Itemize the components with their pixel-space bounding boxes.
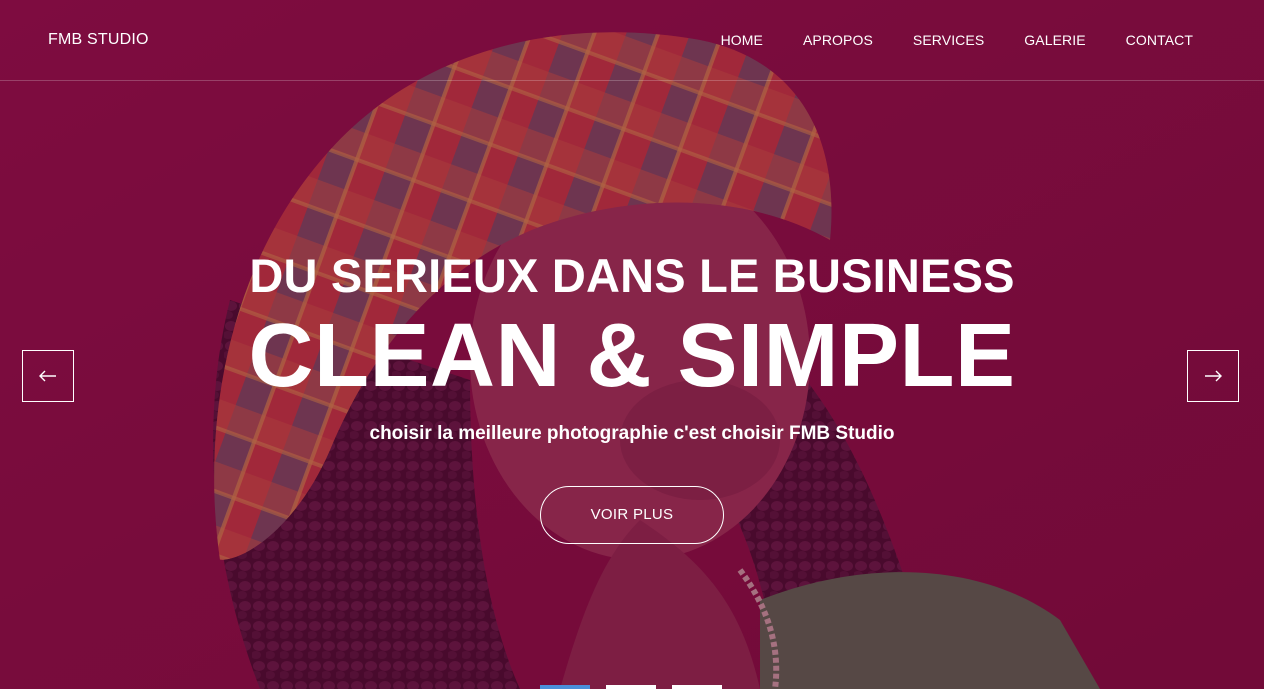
hero-caption: DU SERIEUX DANS LE BUSINESS CLEAN & SIMP… [0, 248, 1264, 544]
carousel-indicator-1[interactable] [540, 685, 590, 689]
carousel-indicator-2[interactable] [606, 685, 656, 689]
nav-link-galerie[interactable]: GALERIE [1024, 32, 1085, 48]
nav-link-contact[interactable]: CONTACT [1126, 32, 1193, 48]
carousel-prev-button[interactable] [22, 350, 74, 402]
arrow-right-icon [1205, 370, 1222, 382]
hero-carousel: FMB STUDIO HOME APROPOS SERVICES GALERIE… [0, 0, 1264, 689]
nav-link-apropos[interactable]: APROPOS [803, 32, 873, 48]
nav-link-home[interactable]: HOME [721, 32, 763, 48]
carousel-next-button[interactable] [1187, 350, 1239, 402]
carousel-indicator-3[interactable] [672, 685, 722, 689]
hero-tagline: choisir la meilleure photographie c'est … [369, 423, 895, 444]
top-navbar: FMB STUDIO HOME APROPOS SERVICES GALERIE… [0, 0, 1264, 81]
voir-plus-button[interactable]: VOIR PLUS [540, 486, 724, 544]
nav-menu: HOME APROPOS SERVICES GALERIE CONTACT [681, 32, 1193, 48]
arrow-left-icon [39, 370, 56, 382]
hero-headline: CLEAN & SIMPLE [248, 306, 1016, 406]
carousel-indicators [540, 685, 722, 689]
brand-logo-link[interactable]: FMB STUDIO [48, 31, 149, 49]
nav-link-services[interactable]: SERVICES [913, 32, 984, 48]
hero-kicker: DU SERIEUX DANS LE BUSINESS [249, 249, 1015, 302]
